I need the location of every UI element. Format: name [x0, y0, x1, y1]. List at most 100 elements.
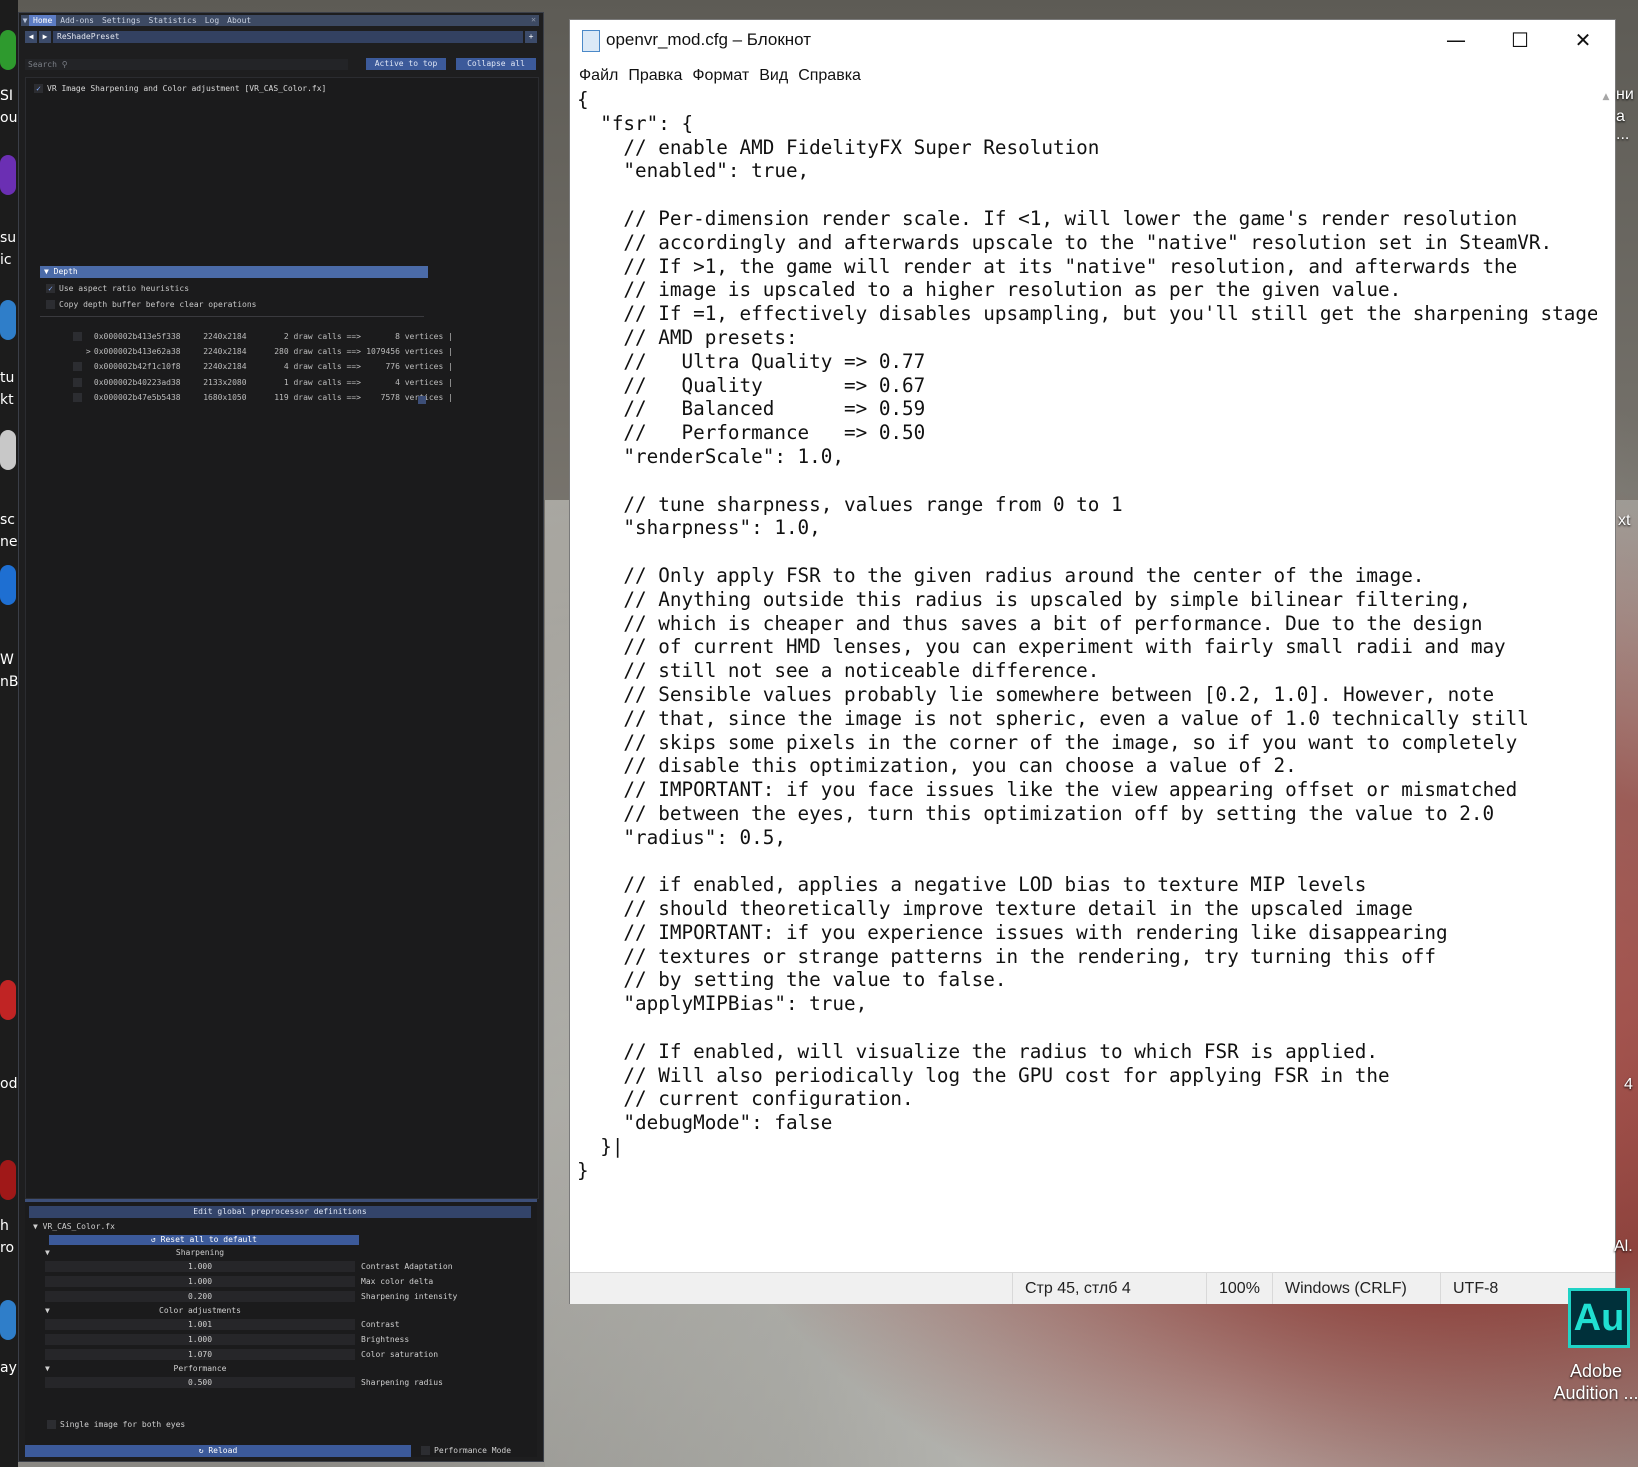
- reshade-overlay: ▼ Home Add-ons Settings Statistics Log A…: [18, 12, 544, 1462]
- search-input[interactable]: Search ⚲: [25, 58, 348, 70]
- previous-preset-button[interactable]: ◀: [25, 31, 37, 43]
- checkbox[interactable]: [46, 300, 55, 309]
- buffer-resolution: 1680x1050: [203, 393, 247, 402]
- menu-edit[interactable]: Правка: [623, 64, 687, 88]
- param-max-color-delta: 1.000 Max color delta: [45, 1276, 525, 1288]
- adobe-audition-icon[interactable]: Au: [1568, 1288, 1630, 1348]
- tab-log[interactable]: Log: [201, 15, 223, 26]
- menu-help[interactable]: Справка: [793, 64, 866, 88]
- param-label: Max color delta: [361, 1277, 434, 1286]
- checkmark-icon[interactable]: ✓: [34, 84, 43, 93]
- app-icon[interactable]: [0, 30, 16, 70]
- category-label: Performance: [173, 1364, 227, 1373]
- effects-list: ✓ VR Image Sharpening and Color adjustmen…: [25, 77, 539, 1199]
- depth-buffer-row[interactable]: 0x000002b47e5b5438 1680x1050 119 draw call…: [44, 384, 453, 411]
- param-slider[interactable]: 1.000: [45, 1334, 355, 1345]
- param-slider[interactable]: 0.500: [45, 1377, 355, 1388]
- param-label: Color saturation: [361, 1350, 439, 1359]
- add-preset-button[interactable]: +: [525, 31, 537, 43]
- fx-file-label: VR_CAS_Color.fx: [42, 1222, 115, 1231]
- scroll-up-icon[interactable]: ▲: [1597, 92, 1615, 106]
- minimize-button[interactable]: —: [1424, 20, 1488, 60]
- collapse-arrow-icon: ▼: [45, 1364, 50, 1373]
- app-icon[interactable]: [0, 155, 16, 195]
- app-icon[interactable]: [0, 980, 16, 1020]
- buffer-address: 0x000002b47e5b5438: [93, 393, 181, 402]
- desktop-icon-label: sc: [0, 512, 15, 528]
- checkbox[interactable]: [72, 393, 82, 402]
- depth-section-header[interactable]: ▼ Depth: [40, 266, 428, 278]
- close-button[interactable]: ✕: [1551, 20, 1615, 60]
- param-slider[interactable]: 1.001: [45, 1319, 355, 1330]
- desktop-icon-label: nB: [0, 674, 19, 690]
- effect-item[interactable]: ✓ VR Image Sharpening and Color adjustmen…: [34, 84, 326, 93]
- app-icon[interactable]: [0, 565, 16, 605]
- menu-file[interactable]: Файл: [574, 64, 623, 88]
- collapse-arrow-icon[interactable]: ▼: [21, 16, 29, 25]
- tab-home[interactable]: Home: [29, 15, 57, 26]
- vertical-scrollbar[interactable]: ▲ ▼: [1597, 88, 1615, 1291]
- active-to-top-button[interactable]: Active to top: [366, 58, 446, 70]
- next-preset-button[interactable]: ▶: [39, 31, 51, 43]
- close-icon[interactable]: ✕: [531, 15, 536, 24]
- param-slider[interactable]: 1.070: [45, 1349, 355, 1360]
- menu-format[interactable]: Формат: [687, 64, 754, 88]
- preset-selector[interactable]: ReShadePreset: [53, 31, 523, 43]
- desktop-icon-label: ay: [0, 1360, 17, 1376]
- param-color-saturation: 1.070 Color saturation: [45, 1349, 525, 1361]
- depth-option-aspect-ratio[interactable]: ✓ Use aspect ratio heuristics: [46, 284, 189, 293]
- checkmark-icon[interactable]: ✓: [46, 284, 55, 293]
- adobe-audition-label[interactable]: Adobe Audition ...: [1548, 1360, 1638, 1404]
- reshade-menu-bar: ▼ Home Add-ons Settings Statistics Log A…: [21, 15, 539, 26]
- title-bar[interactable]: openvr_mod.cfg – Блокнот — ☐ ✕: [570, 20, 1615, 62]
- category-label: Color adjustments: [159, 1306, 241, 1315]
- row-marker: [86, 393, 94, 402]
- buffer-vertices: 7578 vertices |: [380, 393, 453, 402]
- tab-about[interactable]: About: [223, 15, 255, 26]
- app-icon[interactable]: [0, 300, 16, 340]
- menu-view[interactable]: Вид: [754, 64, 793, 88]
- tab-statistics[interactable]: Statistics: [145, 15, 201, 26]
- checkbox[interactable]: [47, 1420, 56, 1429]
- desktop-icon-label: xt: [1618, 512, 1631, 529]
- performance-mode-option[interactable]: Performance Mode: [421, 1446, 511, 1455]
- app-icon[interactable]: [0, 1300, 16, 1340]
- app-icon[interactable]: [0, 430, 16, 470]
- buffer-draw-calls: 119 draw calls ==>: [274, 393, 361, 402]
- tab-settings[interactable]: Settings: [98, 15, 145, 26]
- single-image-option[interactable]: Single image for both eyes: [47, 1420, 185, 1429]
- desktop-icon-label: tu: [0, 370, 15, 386]
- param-slider[interactable]: 0.200: [45, 1291, 355, 1302]
- desktop-icon-label: а ...: [1616, 108, 1630, 143]
- desktop-icon-label: ou: [0, 110, 18, 126]
- resize-grip-icon[interactable]: [418, 396, 426, 404]
- effect-label: VR Image Sharpening and Color adjustment…: [47, 84, 327, 93]
- collapse-arrow-icon: ▼: [45, 1306, 50, 1315]
- desktop-icon-label: su: [0, 230, 17, 246]
- app-icon[interactable]: [0, 1160, 16, 1200]
- param-sharpening-intensity: 0.200 Sharpening intensity: [45, 1291, 525, 1303]
- category-color-adjustments[interactable]: ▼ Color adjustments: [45, 1306, 355, 1315]
- menu-bar: Файл Правка Формат Вид Справка: [574, 64, 866, 88]
- reload-button[interactable]: ↻ Reload: [25, 1445, 411, 1457]
- reset-all-button[interactable]: ↺ Reset all to default: [49, 1235, 359, 1245]
- param-label: Brightness: [361, 1335, 410, 1344]
- search-placeholder: Search: [28, 59, 57, 69]
- collapse-all-button[interactable]: Collapse all: [456, 58, 536, 70]
- category-performance[interactable]: ▼ Performance: [45, 1364, 355, 1373]
- text-editor[interactable]: { "fsr": { // enable AMD FidelityFX Supe…: [570, 88, 1610, 1291]
- reload-label: Reload: [208, 1446, 238, 1455]
- editor-content[interactable]: { "fsr": { // enable AMD FidelityFX Supe…: [577, 88, 1610, 1183]
- depth-option-copy-buffer[interactable]: Copy depth buffer before clear operation…: [46, 300, 256, 309]
- edit-preprocessor-button[interactable]: Edit global preprocessor definitions: [29, 1206, 531, 1218]
- fx-file-header[interactable]: ▼ VR_CAS_Color.fx: [33, 1222, 115, 1231]
- param-slider[interactable]: 1.000: [45, 1276, 355, 1287]
- category-sharpening[interactable]: ▼ Sharpening: [45, 1248, 355, 1257]
- param-slider[interactable]: 1.000: [45, 1261, 355, 1272]
- reset-label: Reset all to default: [160, 1235, 257, 1244]
- tab-add-ons[interactable]: Add-ons: [56, 15, 98, 26]
- checkbox[interactable]: [421, 1446, 430, 1455]
- zoom-level: 100%: [1206, 1273, 1271, 1304]
- maximize-button[interactable]: ☐: [1488, 20, 1552, 60]
- line-endings: Windows (CRLF): [1272, 1273, 1431, 1304]
